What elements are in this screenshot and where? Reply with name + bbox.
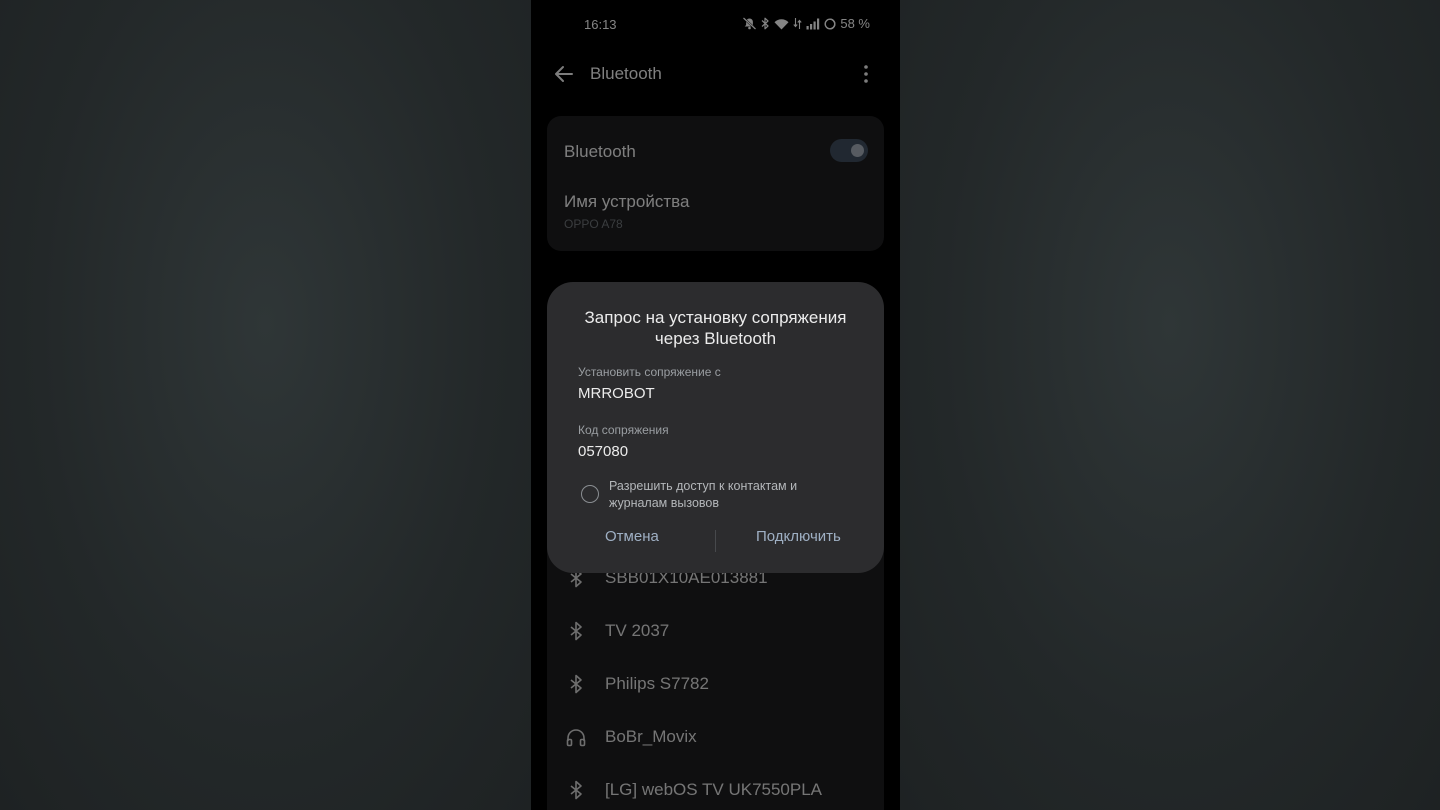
button-divider xyxy=(715,530,716,552)
pairing-request-dialog: Запрос на установку сопряжения через Blu… xyxy=(547,282,884,573)
background-left xyxy=(0,0,531,810)
connect-button[interactable]: Подключить xyxy=(756,528,841,545)
phone-screen: 16:13 58 % Bluetooth Bluetooth Имя устро… xyxy=(531,0,900,810)
background-right xyxy=(900,0,1440,810)
allow-access-checkbox[interactable] xyxy=(581,485,599,503)
pairing-code-value: 057080 xyxy=(578,443,629,460)
pair-with-label: Установить сопряжение с xyxy=(578,365,721,379)
cancel-button[interactable]: Отмена xyxy=(605,528,659,545)
allow-access-label[interactable]: Разрешить доступ к контактам и журналам … xyxy=(609,478,839,512)
dialog-title: Запрос на установку сопряжения через Blu… xyxy=(584,308,847,348)
pairing-code-label: Код сопряжения xyxy=(578,423,669,437)
pair-with-value: MRROBOT xyxy=(578,385,655,402)
